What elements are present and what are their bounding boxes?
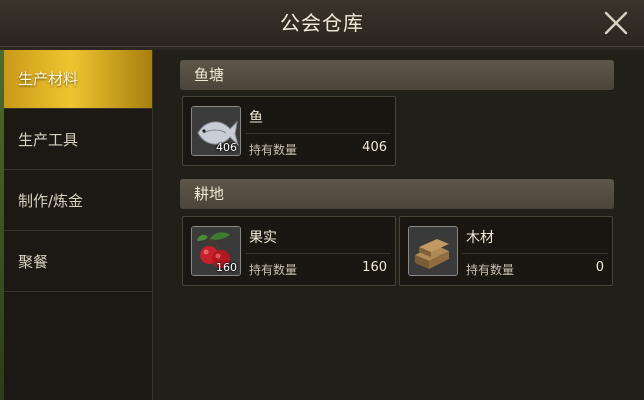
warehouse-content: 鱼塘 406 鱼 持有数量 406 耕地 160 果实 持有数量 160 木材 …: [153, 50, 644, 400]
section-title: 鱼塘: [194, 66, 225, 84]
divider: [462, 253, 608, 254]
quantity-value: 160: [362, 260, 387, 275]
icon-stack-count: 406: [216, 141, 237, 154]
icon-stack-count: 160: [216, 261, 237, 274]
tab-label: 制作/炼金: [18, 192, 84, 210]
quantity-label: 持有数量: [249, 263, 298, 277]
tab-production-materials[interactable]: 生产材料: [4, 50, 152, 109]
item-card-fruit[interactable]: 160 果实 持有数量 160: [182, 216, 396, 286]
tab-production-tools[interactable]: 生产工具: [4, 111, 152, 170]
divider: [245, 253, 391, 254]
fish-icon: 406: [191, 106, 241, 156]
divider: [245, 133, 391, 134]
window-title: 公会仓库: [280, 11, 364, 35]
quantity-label: 持有数量: [249, 143, 298, 157]
section-header-farmland: 耕地: [180, 179, 614, 209]
item-name: 木材: [466, 230, 494, 246]
section-header-fish-pond: 鱼塘: [180, 60, 614, 90]
item-name: 果实: [249, 230, 277, 246]
item-card-fish[interactable]: 406 鱼 持有数量 406: [182, 96, 396, 166]
tab-label: 生产工具: [18, 131, 79, 149]
quantity-value: 0: [595, 260, 604, 275]
tab-crafting-alchemy[interactable]: 制作/炼金: [4, 172, 152, 231]
close-button[interactable]: [602, 9, 630, 37]
guild-warehouse-window: 公会仓库 生产材料 生产工具 制作/炼金 聚餐 鱼塘 406 鱼 持有数量 40…: [0, 0, 644, 400]
category-sidebar: 生产材料 生产工具 制作/炼金 聚餐: [4, 50, 153, 400]
tab-label: 生产材料: [18, 70, 79, 88]
section-title: 耕地: [194, 185, 225, 203]
close-icon: [604, 11, 628, 35]
item-card-wood[interactable]: 木材 持有数量 0: [399, 216, 613, 286]
tab-feast[interactable]: 聚餐: [4, 233, 152, 292]
quantity-value: 406: [362, 140, 387, 155]
title-bar: 公会仓库: [0, 0, 644, 47]
tab-label: 聚餐: [18, 253, 49, 271]
quantity-label: 持有数量: [466, 263, 515, 277]
fruit-icon: 160: [191, 226, 241, 276]
item-name: 鱼: [249, 110, 263, 126]
wood-icon: [408, 226, 458, 276]
